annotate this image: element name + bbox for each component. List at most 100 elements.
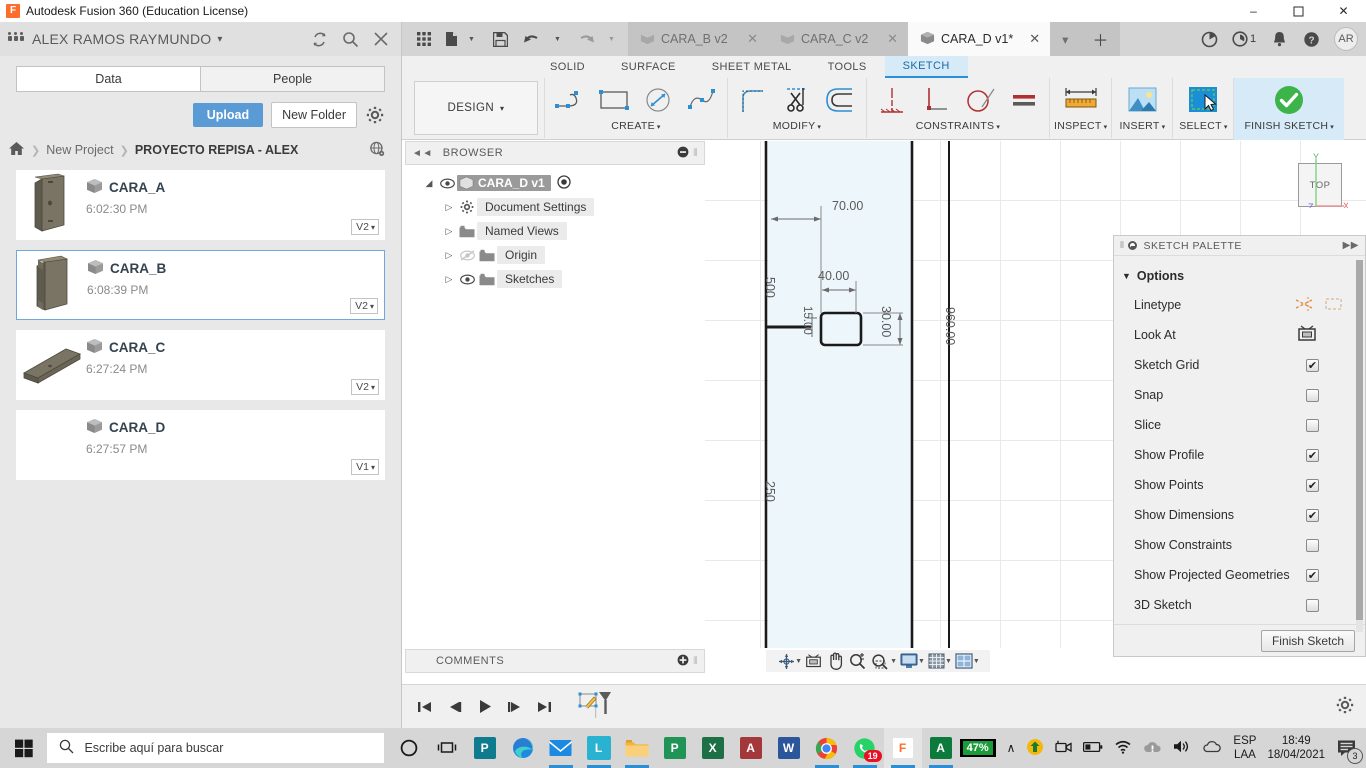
- windows-start-icon[interactable]: [0, 728, 47, 768]
- minimize-panel-icon[interactable]: [1128, 241, 1137, 250]
- edge-icon[interactable]: [504, 728, 542, 768]
- fillet-icon[interactable]: [732, 80, 774, 120]
- chevron-down-icon[interactable]: ▼: [973, 658, 980, 665]
- vertical-line-constraint-icon[interactable]: [915, 80, 957, 120]
- wifi-icon[interactable]: [1114, 740, 1132, 757]
- close-icon[interactable]: ✕: [877, 31, 898, 47]
- list-item[interactable]: CARA_A 6:02:30 PM V2 ▾: [16, 170, 385, 240]
- dimension-500[interactable]: 500: [763, 277, 777, 298]
- grid-apps-icon[interactable]: [408, 24, 440, 54]
- insert-image-icon[interactable]: [1116, 80, 1168, 120]
- chevron-down-icon[interactable]: ▼: [602, 24, 624, 54]
- minimize-panel-icon[interactable]: [677, 146, 689, 161]
- panel-grip[interactable]: ⦀: [1120, 240, 1124, 251]
- show-dimensions-checkbox[interactable]: ✔: [1306, 509, 1319, 522]
- version-badge[interactable]: V2 ▾: [350, 298, 378, 314]
- notifications-bell-icon[interactable]: [1264, 24, 1294, 54]
- collapse-left-icon[interactable]: ◄◄: [412, 148, 433, 159]
- measure-ruler-icon[interactable]: [1055, 80, 1107, 120]
- grid-snaps-icon[interactable]: [926, 651, 947, 671]
- zoom-icon[interactable]: [847, 651, 868, 671]
- cloud-warning-icon[interactable]: [1143, 740, 1162, 757]
- word-icon[interactable]: W: [770, 728, 808, 768]
- expand-arrow-icon[interactable]: ◢: [421, 178, 437, 189]
- show-projected-geometries-checkbox[interactable]: ✔: [1306, 569, 1319, 582]
- tree-item-named-views[interactable]: ▷ Named Views: [405, 219, 705, 243]
- tree-item-cara-d[interactable]: ◢ CARA_D v1: [405, 171, 705, 195]
- language-indicator[interactable]: ESP LAA: [1233, 734, 1256, 762]
- eye-icon[interactable]: [457, 274, 477, 285]
- doc-tab-cara-c[interactable]: CARA_C v2 ✕: [768, 22, 908, 56]
- job-status-icon[interactable]: 1: [1226, 24, 1262, 54]
- green-check-icon[interactable]: [1263, 80, 1315, 120]
- perpendicular-constraint-icon[interactable]: [959, 80, 1001, 120]
- chevron-down-icon[interactable]: ▼: [890, 658, 897, 665]
- chevron-down-icon[interactable]: ▼: [795, 658, 802, 665]
- volume-icon[interactable]: [1173, 739, 1191, 757]
- chevron-down-icon[interactable]: ▾: [217, 34, 222, 45]
- redo-icon[interactable]: [570, 24, 602, 54]
- file-explorer-icon[interactable]: [618, 728, 656, 768]
- ribbon-tab-sheet-metal[interactable]: SHEET METAL: [694, 56, 810, 78]
- search-icon[interactable]: [342, 31, 359, 48]
- mail-icon[interactable]: [542, 728, 580, 768]
- tree-item-sketches[interactable]: ▷ Sketches: [405, 267, 705, 291]
- list-item[interactable]: CARA_D 6:27:57 PM V1 ▾: [16, 410, 385, 480]
- snap-checkbox[interactable]: [1306, 389, 1319, 402]
- ribbon-group-label-create[interactable]: CREATE▾: [611, 120, 660, 132]
- expand-arrow-icon[interactable]: ▷: [441, 202, 457, 213]
- cortana-circle-icon[interactable]: [390, 728, 428, 768]
- expand-arrow-icon[interactable]: ▷: [441, 250, 457, 261]
- trim-scissors-icon[interactable]: [776, 80, 818, 120]
- clock[interactable]: 18:49 18/04/2021: [1267, 734, 1325, 762]
- timeline-settings-gear-icon[interactable]: [1336, 696, 1366, 717]
- look-at-icon[interactable]: [803, 651, 824, 671]
- ribbon-group-label-select[interactable]: SELECT▾: [1179, 120, 1227, 132]
- offset-icon[interactable]: [820, 80, 862, 120]
- ribbon-group-label-insert[interactable]: INSERT▾: [1119, 120, 1165, 132]
- breadcrumb-current-project[interactable]: PROYECTO REPISA - ALEX: [135, 143, 298, 157]
- close-button[interactable]: ✕: [1321, 0, 1366, 22]
- add-comment-icon[interactable]: [677, 654, 689, 669]
- battery-icon[interactable]: [1083, 741, 1103, 756]
- zoom-window-icon[interactable]: [869, 651, 892, 671]
- finish-sketch-button[interactable]: Finish Sketch: [1261, 630, 1355, 652]
- powerpoint-icon[interactable]: P: [656, 728, 694, 768]
- extensions-icon[interactable]: [1194, 24, 1224, 54]
- tray-chevron-up-icon[interactable]: ∧: [1007, 741, 1016, 755]
- task-view-icon[interactable]: [428, 728, 466, 768]
- shield-update-icon[interactable]: [1026, 738, 1044, 759]
- close-icon[interactable]: ✕: [737, 31, 758, 47]
- panel-grip[interactable]: ⦀: [693, 148, 698, 159]
- step-forward-icon[interactable]: [504, 697, 524, 717]
- tab-people[interactable]: People: [200, 66, 385, 92]
- workspace-switcher[interactable]: DESIGN ▾: [414, 81, 538, 135]
- new-folder-button[interactable]: New Folder: [271, 102, 357, 128]
- spline-icon[interactable]: [681, 80, 723, 120]
- undo-icon[interactable]: [516, 24, 548, 54]
- search-input[interactable]: Escribe aquí para buscar: [47, 733, 383, 763]
- whatsapp-icon[interactable]: 19: [846, 728, 884, 768]
- rectangle-icon[interactable]: [593, 80, 635, 120]
- chrome-icon[interactable]: [808, 728, 846, 768]
- ribbon-group-label-finish-sketch[interactable]: FINISH SKETCH▾: [1244, 120, 1334, 132]
- expand-arrow-icon[interactable]: ▷: [441, 274, 457, 285]
- activate-radio-icon[interactable]: [557, 175, 571, 192]
- select-window-icon[interactable]: [1177, 80, 1229, 120]
- doc-tab-cara-b[interactable]: CARA_B v2 ✕: [628, 22, 768, 56]
- skip-end-icon[interactable]: [534, 697, 554, 717]
- play-icon[interactable]: [474, 697, 494, 717]
- help-icon[interactable]: ?: [1296, 24, 1326, 54]
- chevron-down-icon[interactable]: ▼: [462, 24, 484, 54]
- access-icon[interactable]: A: [732, 728, 770, 768]
- dimension-70[interactable]: 70.00: [832, 199, 863, 213]
- view-cube[interactable]: TOP Y X Z: [1292, 160, 1344, 212]
- expand-arrow-icon[interactable]: ▷: [441, 226, 457, 237]
- hub-name[interactable]: ALEX RAMOS RAYMUNDO: [32, 31, 211, 47]
- viewports-icon[interactable]: [953, 651, 975, 671]
- chevron-down-icon[interactable]: ▼: [945, 658, 952, 665]
- add-tab-button[interactable]: ＋: [1080, 22, 1120, 56]
- globe-icon[interactable]: [369, 141, 385, 160]
- list-item[interactable]: CARA_C 6:27:24 PM V2 ▾: [16, 330, 385, 400]
- publisher-icon[interactable]: P: [466, 728, 504, 768]
